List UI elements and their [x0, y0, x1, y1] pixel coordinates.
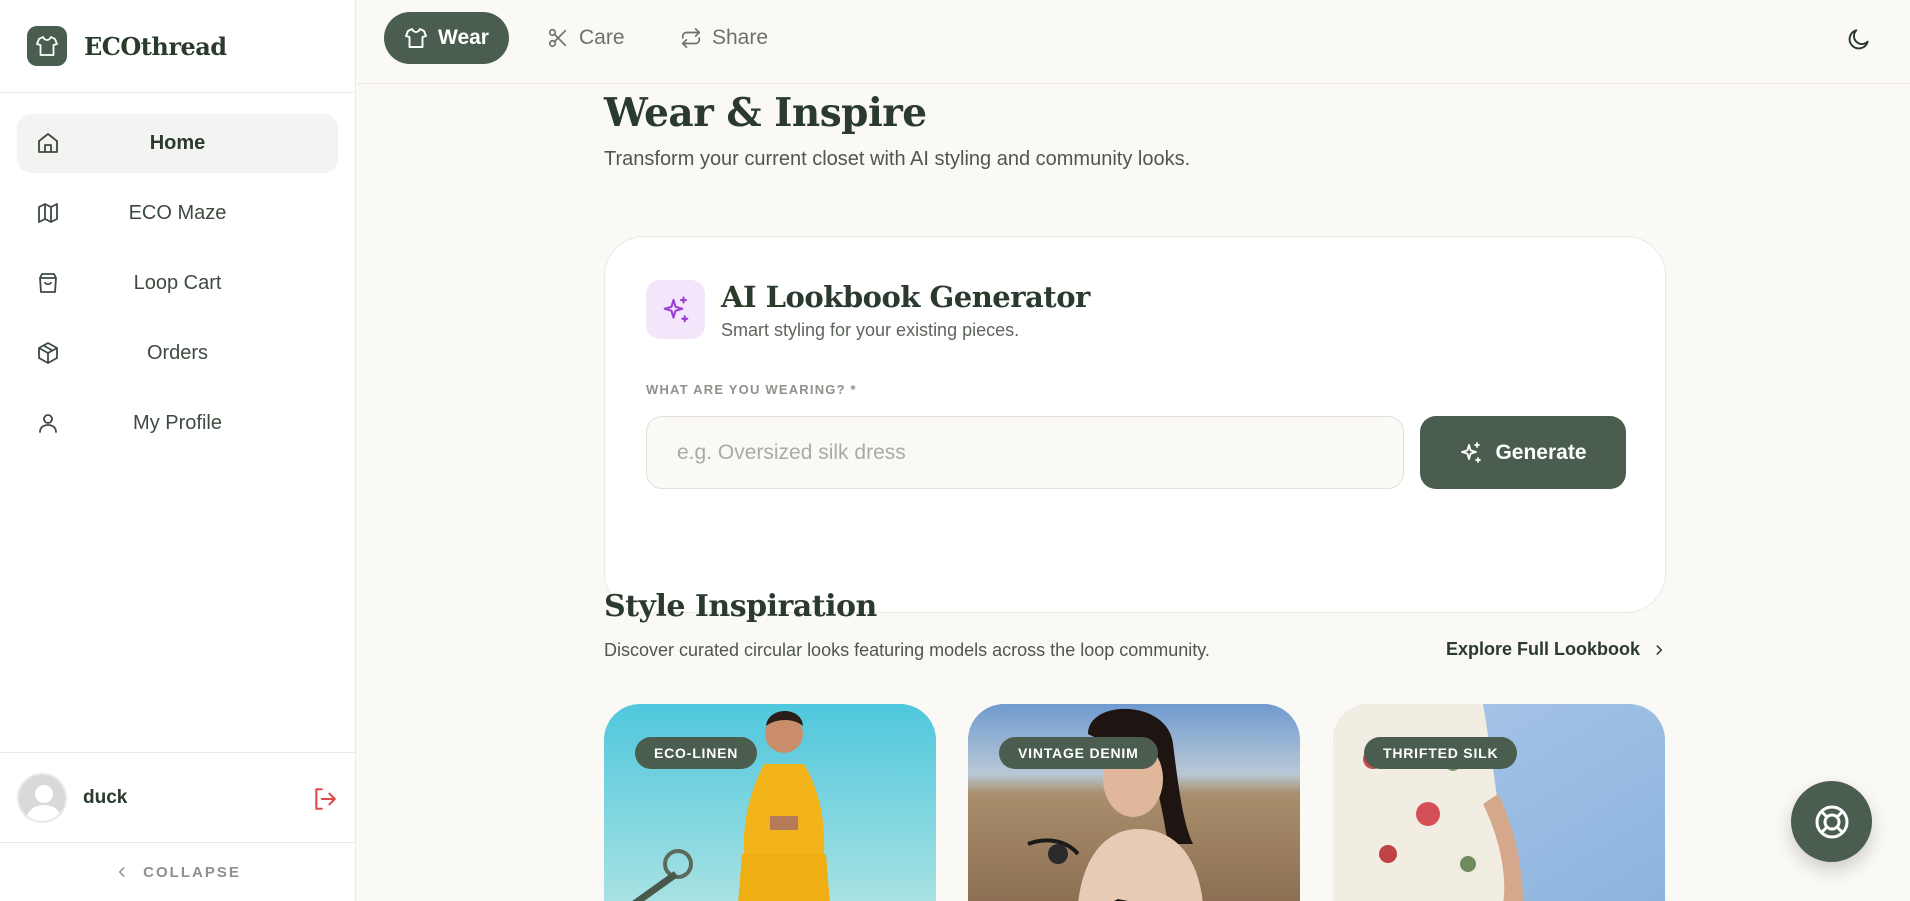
chevron-left-icon: [119, 867, 125, 877]
sidebar-item-home[interactable]: Home: [17, 114, 338, 173]
tab-label: Share: [712, 26, 769, 49]
look-tag: ECO-LINEN: [635, 737, 758, 769]
page-title: Wear & Inspire: [604, 90, 927, 136]
brand[interactable]: ECOthread: [0, 0, 355, 93]
user-panel: duck: [0, 752, 356, 842]
look-card-eco-linen[interactable]: ECO-LINEN: [604, 704, 936, 901]
top-bar: Wear Care Share: [357, 0, 1910, 84]
look-tag: THRIFTED SILK: [1364, 737, 1518, 769]
tab-share[interactable]: Share: [660, 12, 788, 64]
generator-subtitle: Smart styling for your existing pieces.: [721, 320, 1020, 340]
page-subtitle: Transform your current closet with AI st…: [604, 148, 1191, 170]
sidebar-item-label: Orders: [146, 342, 209, 364]
tab-label: Wear: [438, 26, 489, 49]
explore-link-label: Explore Full Lookbook: [1445, 639, 1640, 659]
moon-icon[interactable]: [1846, 26, 1872, 52]
sidebar-nav: Home ECO Maze Loop Cart Orders My Profil…: [0, 93, 355, 453]
sidebar-item-label: ECO Maze: [128, 202, 227, 224]
look-photo: [604, 704, 936, 901]
logout-icon[interactable]: [312, 786, 338, 812]
sidebar-item-loop-cart[interactable]: Loop Cart: [17, 254, 338, 313]
lifebuoy-icon: [1815, 805, 1848, 838]
scissors-icon: [548, 28, 567, 48]
sidebar: ECOthread Home ECO Maze Loop Cart Orders: [0, 0, 356, 901]
shirt-logo-icon: [27, 26, 67, 66]
look-card-thrifted-silk[interactable]: THRIFTED SILK: [1333, 704, 1665, 901]
tab-label: Care: [579, 26, 625, 49]
generate-button-label: Generate: [1495, 440, 1587, 464]
explore-lookbook-link[interactable]: Explore Full Lookbook: [1446, 639, 1666, 660]
look-photo: [968, 704, 1300, 901]
sidebar-item-label: My Profile: [133, 412, 222, 434]
brand-name: ECOthread: [84, 31, 227, 61]
sidebar-item-eco-maze[interactable]: ECO Maze: [17, 184, 338, 243]
look-card-vintage-denim[interactable]: VINTAGE DENIM: [968, 704, 1300, 901]
sparkles-icon: [1461, 441, 1482, 463]
map-icon: [38, 203, 58, 223]
chevron-right-icon: [1656, 644, 1663, 655]
collapse-button[interactable]: COLLAPSE: [0, 842, 356, 901]
avatar[interactable]: [17, 772, 67, 823]
sparkles-icon: [646, 280, 705, 339]
tab-wear[interactable]: Wear: [384, 12, 509, 64]
sidebar-item-label: Loop Cart: [133, 272, 222, 294]
username: duck: [83, 786, 128, 808]
tab-care[interactable]: Care: [527, 12, 645, 64]
help-button[interactable]: [1791, 781, 1872, 862]
wearing-field-label: WHAT ARE YOU WEARING? *: [646, 382, 857, 397]
home-icon: [38, 133, 58, 153]
generate-button[interactable]: Generate: [1420, 416, 1626, 489]
generator-title: AI Lookbook Generator: [721, 280, 1090, 314]
repeat-icon: [681, 28, 701, 48]
collapse-label: COLLAPSE: [143, 863, 241, 881]
section-title: Style Inspiration: [604, 589, 877, 624]
package-icon: [38, 342, 58, 364]
wearing-input[interactable]: [646, 416, 1404, 489]
sidebar-item-my-profile[interactable]: My Profile: [17, 394, 338, 453]
user-icon: [39, 414, 57, 433]
look-photo: [1333, 704, 1665, 901]
shopping-bag-icon: [39, 273, 57, 293]
section-subtitle: Discover curated circular looks featurin…: [604, 640, 1210, 660]
lookbook-generator-card: AI Lookbook Generator Smart styling for …: [604, 236, 1666, 613]
shirt-icon: [405, 28, 427, 48]
look-tag: VINTAGE DENIM: [999, 737, 1158, 769]
sidebar-item-label: Home: [149, 132, 206, 154]
sidebar-item-orders[interactable]: Orders: [17, 324, 338, 383]
